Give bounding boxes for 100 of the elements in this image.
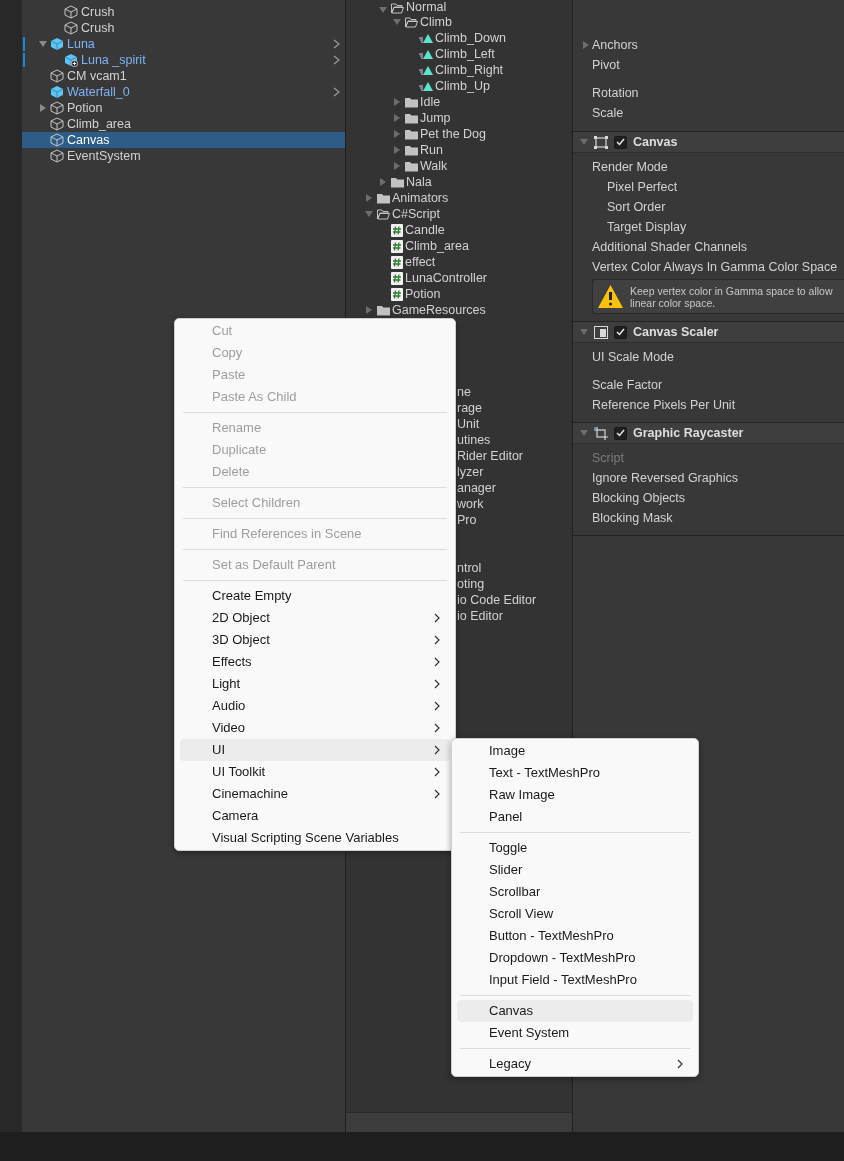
- project-row[interactable]: Idle: [346, 94, 572, 110]
- project-row[interactable]: Nala: [346, 174, 572, 190]
- animation-clip-icon: [419, 48, 433, 60]
- collapsed-arrow-icon[interactable]: [39, 104, 47, 112]
- collapsed-arrow-icon[interactable]: [365, 306, 373, 314]
- asset-name: Climb_area: [405, 239, 469, 253]
- menu-item[interactable]: Dropdown - TextMeshPro: [457, 947, 693, 969]
- chevron-right-icon[interactable]: [333, 87, 340, 97]
- project-row[interactable]: GameResources: [346, 302, 572, 318]
- property-label: Pixel Perfect: [607, 178, 678, 196]
- property-label: Render Mode: [592, 158, 668, 176]
- menu-item[interactable]: Scroll View: [457, 903, 693, 925]
- collapsed-arrow-icon[interactable]: [393, 114, 401, 122]
- enable-checkbox[interactable]: [614, 325, 627, 339]
- hierarchy-row[interactable]: Potion: [22, 100, 345, 116]
- menu-item[interactable]: Event System: [457, 1022, 693, 1044]
- folder-icon: [405, 112, 418, 124]
- enable-checkbox[interactable]: [614, 426, 627, 440]
- component-title: Canvas Scaler: [633, 323, 719, 341]
- menu-item[interactable]: Text - TextMeshPro: [457, 762, 693, 784]
- collapsed-arrow-icon[interactable]: [582, 41, 590, 49]
- menu-item[interactable]: Input Field - TextMeshPro: [457, 969, 693, 991]
- property-label: Rotation: [592, 84, 639, 102]
- menu-item[interactable]: 2D Object: [180, 607, 450, 629]
- collapsed-arrow-icon[interactable]: [379, 178, 387, 186]
- chevron-right-icon: [434, 635, 440, 645]
- component-header[interactable]: Canvas Scaler: [573, 322, 844, 343]
- object-name: Luna: [67, 35, 95, 53]
- chevron-right-icon: [434, 613, 440, 623]
- menu-item[interactable]: Legacy: [457, 1053, 693, 1075]
- animation-clip-icon: [419, 32, 433, 44]
- expanded-arrow-icon[interactable]: [580, 138, 588, 146]
- collapsed-arrow-icon[interactable]: [393, 146, 401, 154]
- project-row[interactable]: Normal: [346, 0, 572, 14]
- expanded-arrow-icon[interactable]: [379, 6, 387, 14]
- menu-item[interactable]: Raw Image: [457, 784, 693, 806]
- project-row[interactable]: Climb_Right: [346, 62, 572, 78]
- hierarchy-row[interactable]: Waterfall_0: [22, 84, 345, 100]
- expanded-arrow-icon[interactable]: [393, 18, 401, 26]
- enable-checkbox[interactable]: [614, 135, 627, 149]
- menu-item[interactable]: Create Empty: [180, 585, 450, 607]
- project-row[interactable]: Candle: [346, 222, 572, 238]
- menu-item[interactable]: Visual Scripting Scene Variables: [180, 827, 450, 849]
- asset-name: Climb_Up: [435, 79, 490, 93]
- collapsed-arrow-icon[interactable]: [365, 194, 373, 202]
- collapsed-arrow-icon[interactable]: [393, 98, 401, 106]
- menu-item[interactable]: Video: [180, 717, 450, 739]
- project-row[interactable]: Walk: [346, 158, 572, 174]
- hierarchy-row[interactable]: Crush: [22, 4, 345, 20]
- hierarchy-row[interactable]: Luna _spirit: [22, 52, 345, 68]
- project-row[interactable]: C#Script: [346, 206, 572, 222]
- hierarchy-row[interactable]: Luna: [22, 36, 345, 52]
- project-row[interactable]: Potion: [346, 286, 572, 302]
- hierarchy-row[interactable]: CM vcam1: [22, 68, 345, 84]
- menu-item[interactable]: Button - TextMeshPro: [457, 925, 693, 947]
- chevron-right-icon: [434, 723, 440, 733]
- hierarchy-row[interactable]: Climb_area: [22, 116, 345, 132]
- menu-item[interactable]: UI: [180, 739, 450, 761]
- menu-item[interactable]: Audio: [180, 695, 450, 717]
- project-row[interactable]: effect: [346, 254, 572, 270]
- folder-icon: [377, 192, 390, 204]
- menu-item[interactable]: Camera: [180, 805, 450, 827]
- project-row[interactable]: Climb_Up: [346, 78, 572, 94]
- menu-item[interactable]: Toggle: [457, 837, 693, 859]
- project-row[interactable]: Climb_area: [346, 238, 572, 254]
- hierarchy-row[interactable]: Crush: [22, 20, 345, 36]
- project-row[interactable]: Run: [346, 142, 572, 158]
- menu-item[interactable]: Scrollbar: [457, 881, 693, 903]
- project-row[interactable]: Pet the Dog: [346, 126, 572, 142]
- hierarchy-row[interactable]: Canvas: [22, 132, 345, 148]
- menu-item[interactable]: Canvas: [457, 1000, 693, 1022]
- chevron-right-icon: [677, 1059, 683, 1069]
- project-row[interactable]: Animators: [346, 190, 572, 206]
- object-name: CM vcam1: [67, 67, 127, 85]
- project-row[interactable]: Jump: [346, 110, 572, 126]
- asset-name: Idle: [420, 95, 441, 109]
- menu-item[interactable]: Effects: [180, 651, 450, 673]
- project-row[interactable]: Climb_Down: [346, 30, 572, 46]
- component-header[interactable]: Canvas: [573, 132, 844, 153]
- asset-name: Run: [420, 143, 443, 157]
- menu-item[interactable]: Slider: [457, 859, 693, 881]
- project-row[interactable]: LunaController: [346, 270, 572, 286]
- project-row[interactable]: Climb: [346, 14, 572, 30]
- menu-item[interactable]: UI Toolkit: [180, 761, 450, 783]
- hierarchy-row[interactable]: EventSystem: [22, 148, 345, 164]
- menu-item[interactable]: Light: [180, 673, 450, 695]
- expanded-arrow-icon[interactable]: [580, 328, 588, 336]
- collapsed-arrow-icon[interactable]: [393, 162, 401, 170]
- folder-icon: [377, 304, 390, 316]
- menu-item[interactable]: Panel: [457, 806, 693, 828]
- collapsed-arrow-icon[interactable]: [393, 130, 401, 138]
- menu-item[interactable]: Cinemachine: [180, 783, 450, 805]
- expanded-arrow-icon[interactable]: [580, 429, 588, 437]
- menu-item[interactable]: Image: [457, 740, 693, 762]
- script-icon: [391, 255, 403, 269]
- component-header[interactable]: Graphic Raycaster: [573, 423, 844, 444]
- menu-item[interactable]: 3D Object: [180, 629, 450, 651]
- expanded-arrow-icon[interactable]: [39, 40, 47, 48]
- project-row[interactable]: Climb_Left: [346, 46, 572, 62]
- expanded-arrow-icon[interactable]: [365, 210, 373, 218]
